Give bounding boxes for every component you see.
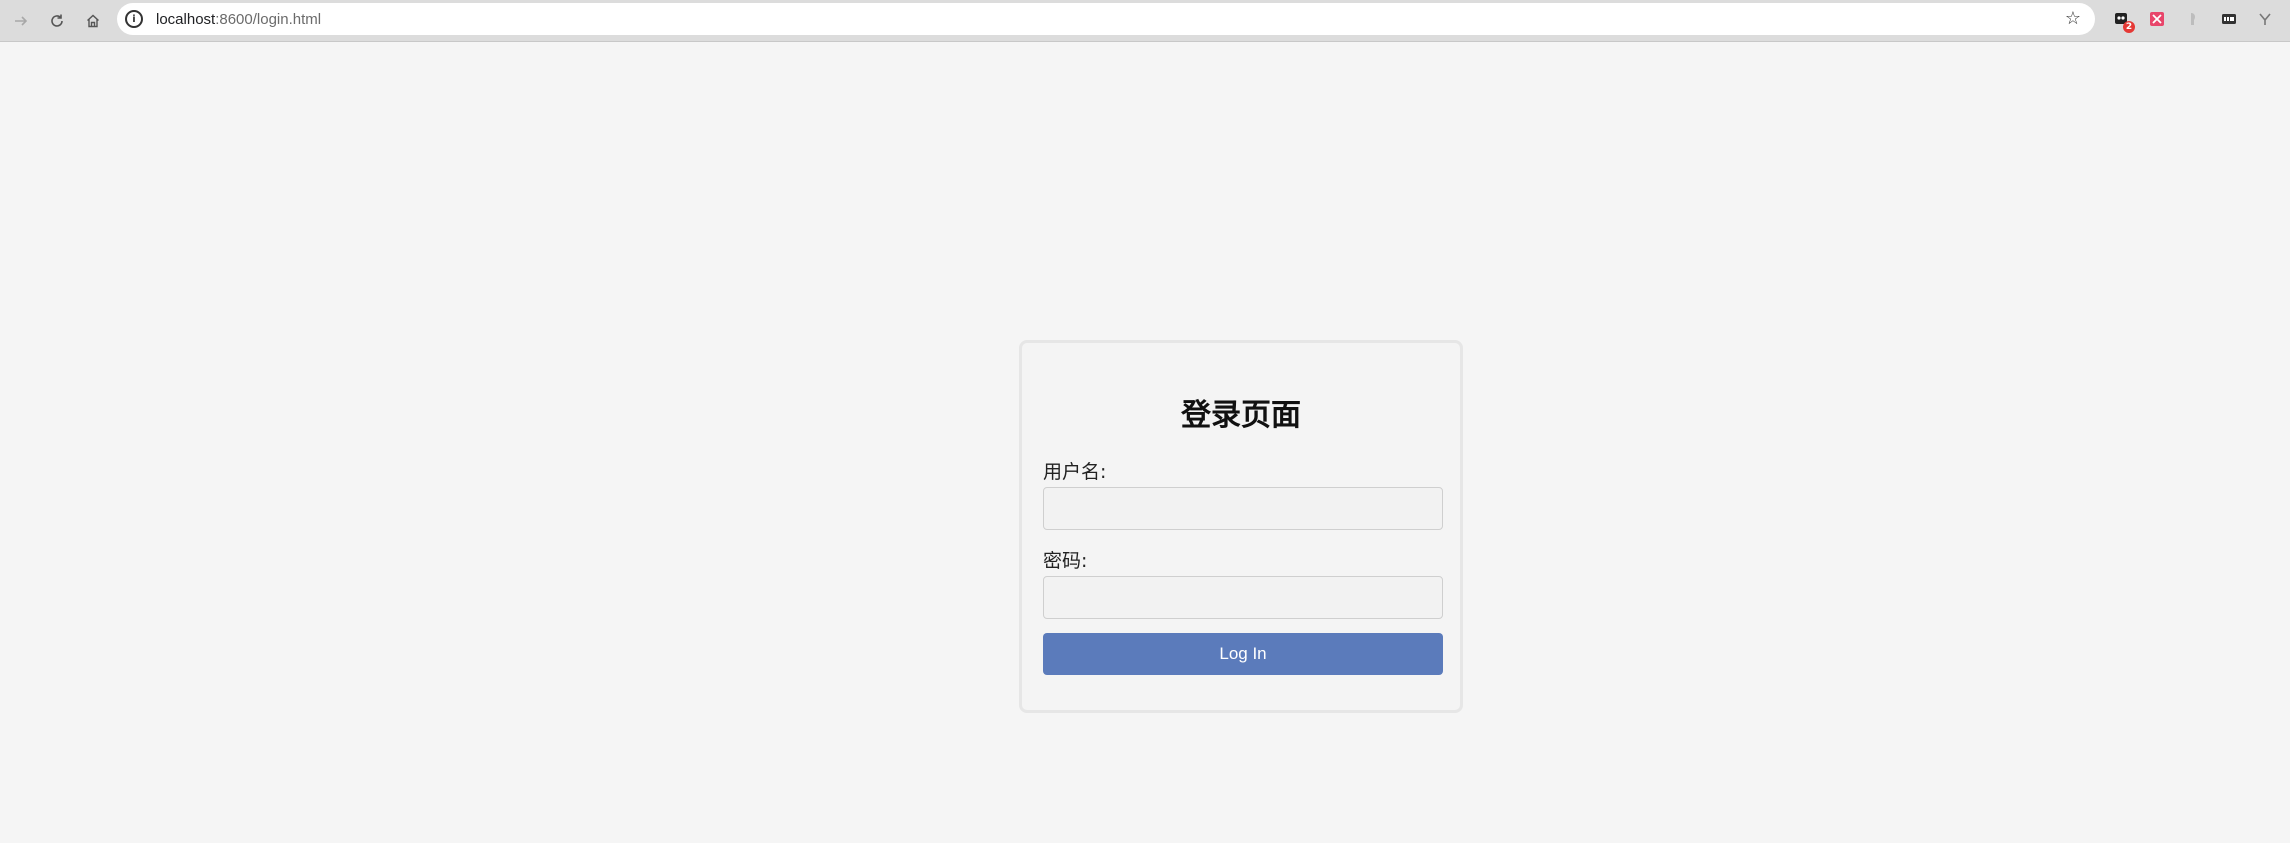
- extension-5-button[interactable]: [2254, 8, 2276, 30]
- password-input[interactable]: [1043, 576, 1443, 619]
- home-icon: [87, 14, 99, 27]
- home-button[interactable]: [78, 6, 108, 36]
- username-input[interactable]: [1043, 487, 1443, 530]
- bookmark-star-icon[interactable]: ☆: [2065, 8, 2081, 29]
- extension-5-icon: [2259, 13, 2271, 25]
- reload-icon: [51, 14, 63, 27]
- url-text[interactable]: localhost:8600/login.html: [156, 11, 321, 28]
- page-title: 登录页面: [1181, 398, 1301, 433]
- forward-button[interactable]: [6, 6, 36, 36]
- arrow-right-icon: [15, 15, 28, 26]
- extension-badge: 2: [2123, 21, 2135, 33]
- site-info-icon[interactable]: i: [125, 10, 143, 28]
- password-label: 密码:: [1043, 550, 1088, 572]
- extension-2-button[interactable]: [2146, 8, 2168, 30]
- reload-button[interactable]: [42, 6, 72, 36]
- login-card: 登录页面 用户名: 密码: Log In: [1019, 340, 1463, 713]
- extension-4-icon: [2222, 14, 2236, 24]
- login-button[interactable]: Log In: [1043, 633, 1443, 675]
- extension-1-button[interactable]: 2: [2110, 8, 2135, 33]
- extension-3-button[interactable]: [2182, 8, 2204, 30]
- browser-toolbar: i localhost:8600/login.html ☆ 2: [0, 0, 2290, 42]
- extension-4-button[interactable]: [2218, 8, 2240, 30]
- username-label: 用户名:: [1043, 461, 1107, 483]
- url-path: :8600/login.html: [215, 10, 322, 28]
- extension-3-icon: [2191, 13, 2195, 25]
- extension-2-icon: [2150, 12, 2164, 26]
- address-bar[interactable]: i localhost:8600/login.html ☆: [117, 3, 2095, 35]
- url-host: localhost: [156, 10, 216, 28]
